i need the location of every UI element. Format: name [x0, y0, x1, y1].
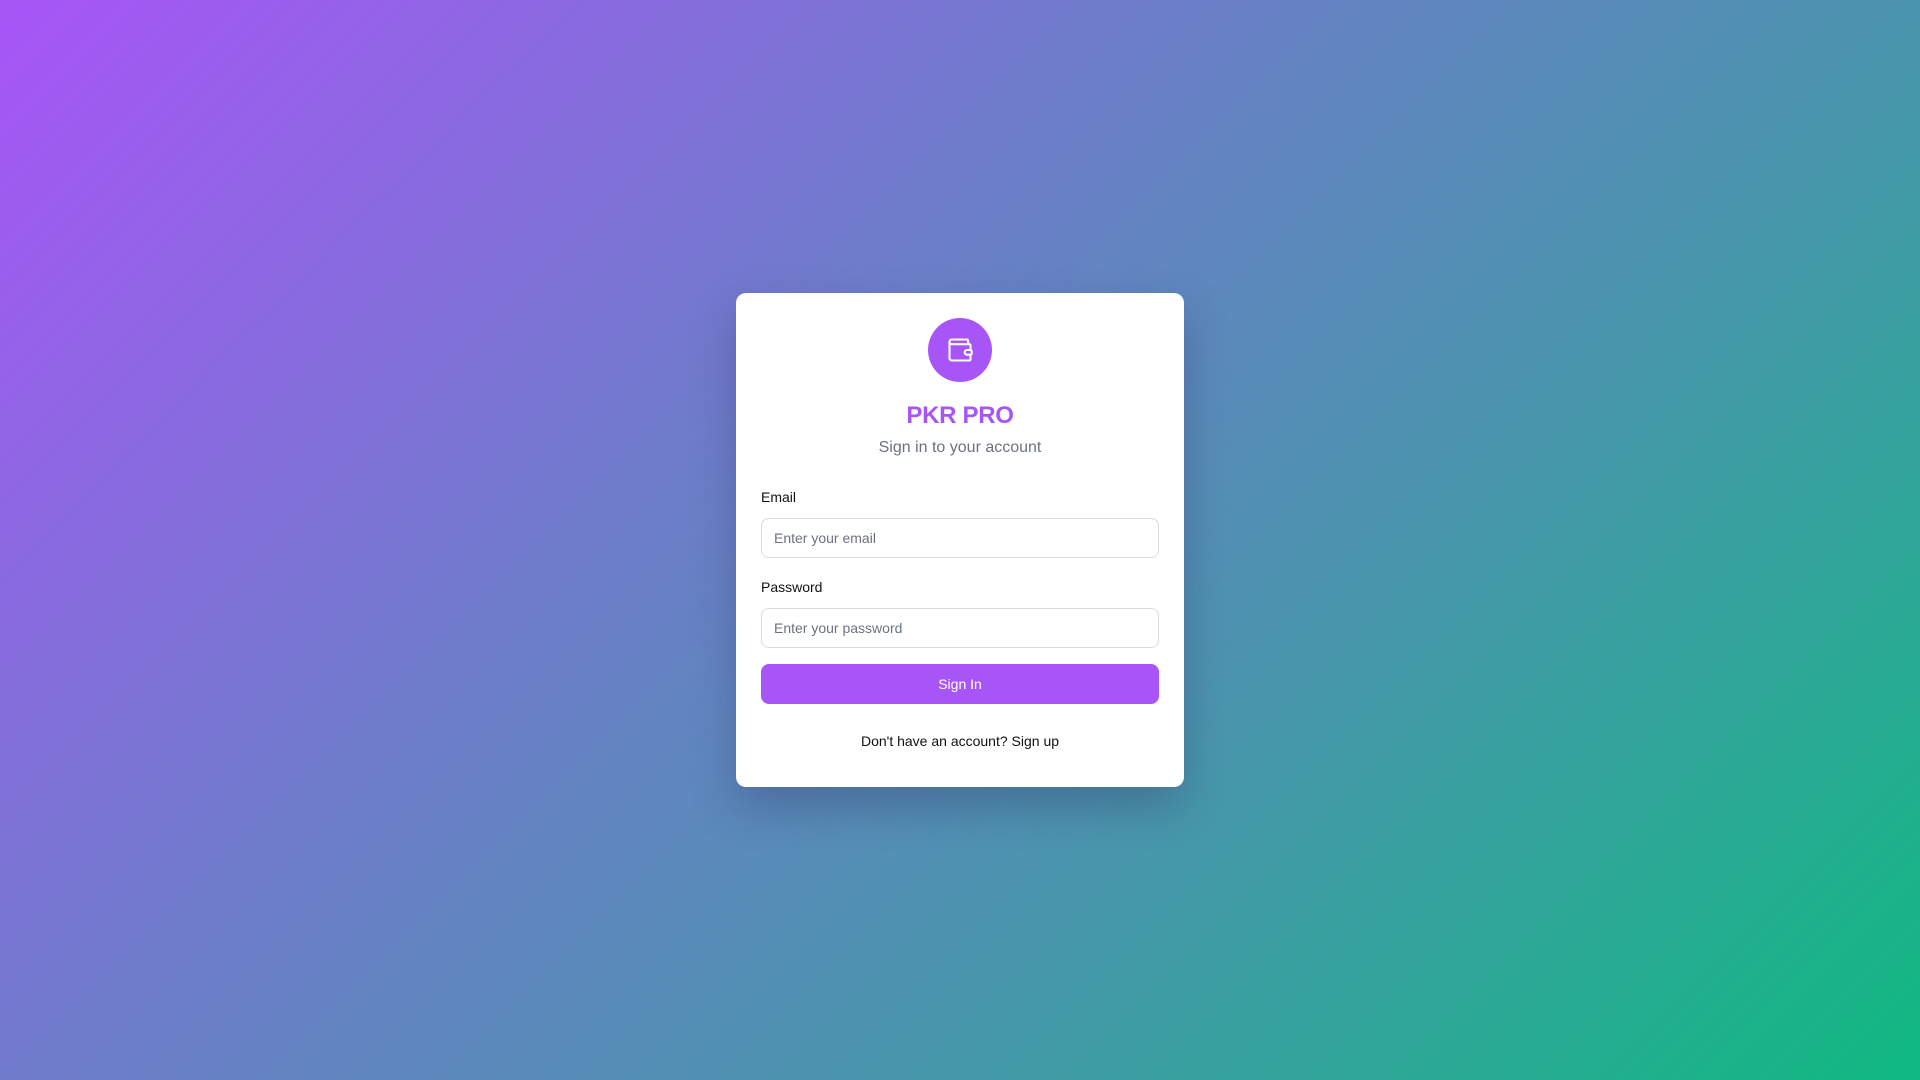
sign-in-button[interactable]: Sign In [761, 664, 1159, 704]
email-field[interactable] [761, 518, 1159, 558]
password-field[interactable] [761, 608, 1159, 648]
sign-up-link[interactable]: Sign up [1012, 733, 1059, 749]
wallet-icon [948, 338, 973, 362]
logo-badge [928, 318, 992, 382]
email-label: Email [761, 489, 797, 505]
signup-prompt-text: Don't have an account? [860, 733, 1008, 749]
signup-prompt: Don't have an account? Sign up [761, 732, 1159, 750]
password-label: Password [761, 579, 823, 595]
page-subtitle: Sign in to your account [878, 439, 1042, 456]
login-card: PKR PRO Sign in to your account Email Pa… [736, 293, 1184, 787]
app-title: PKR PRO [906, 402, 1014, 429]
